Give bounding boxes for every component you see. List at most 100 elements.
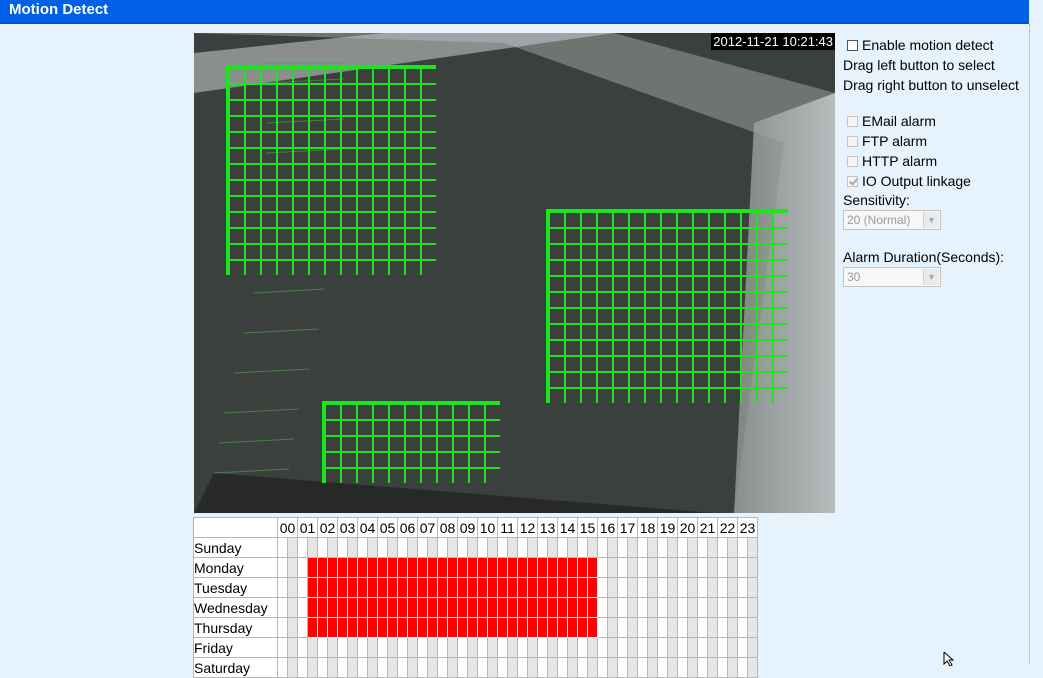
motion-zone-2[interactable] <box>546 209 788 403</box>
schedule-slot[interactable] <box>427 557 438 578</box>
schedule-slot[interactable] <box>397 657 408 678</box>
schedule-slot[interactable] <box>287 617 298 638</box>
schedule-slot[interactable] <box>527 597 538 618</box>
schedule-slot[interactable] <box>347 537 358 558</box>
schedule-slot[interactable] <box>627 577 638 598</box>
schedule-slot[interactable] <box>607 557 618 578</box>
schedule-slot[interactable] <box>327 637 338 658</box>
schedule-slot[interactable] <box>607 657 618 678</box>
schedule-slot[interactable] <box>537 537 548 558</box>
enable-motion-row[interactable]: Enable motion detect <box>847 35 1033 55</box>
schedule-slot[interactable] <box>617 577 628 598</box>
schedule-slot[interactable] <box>477 657 488 678</box>
schedule-slot[interactable] <box>597 537 608 558</box>
schedule-slot[interactable] <box>507 617 518 638</box>
schedule-slot[interactable] <box>307 657 318 678</box>
schedule-slot[interactable] <box>727 617 738 638</box>
schedule-slot[interactable] <box>447 617 458 638</box>
schedule-slot[interactable] <box>317 617 328 638</box>
schedule-slot[interactable] <box>477 637 488 658</box>
schedule-slot[interactable] <box>427 657 438 678</box>
schedule-slot[interactable] <box>327 557 338 578</box>
schedule-slot[interactable] <box>297 537 308 558</box>
schedule-slot[interactable] <box>697 637 708 658</box>
schedule-slot[interactable] <box>317 537 328 558</box>
schedule-slot[interactable] <box>587 597 598 618</box>
schedule-slot[interactable] <box>367 657 378 678</box>
schedule-slot[interactable] <box>457 657 468 678</box>
schedule-slot[interactable] <box>297 657 308 678</box>
schedule-slot[interactable] <box>277 597 288 618</box>
schedule-slot[interactable] <box>327 597 338 618</box>
schedule-slot[interactable] <box>687 597 698 618</box>
schedule-slot[interactable] <box>357 557 368 578</box>
schedule-slot[interactable] <box>337 557 348 578</box>
schedule-slot[interactable] <box>627 597 638 618</box>
schedule-slot[interactable] <box>347 657 358 678</box>
schedule-slot[interactable] <box>567 557 578 578</box>
schedule-slot[interactable] <box>297 557 308 578</box>
schedule-slot[interactable] <box>357 657 368 678</box>
schedule-slot[interactable] <box>427 617 438 638</box>
schedule-slot[interactable] <box>567 537 578 558</box>
schedule-slot[interactable] <box>527 637 538 658</box>
schedule-slot[interactable] <box>407 597 418 618</box>
schedule-slot[interactable] <box>377 637 388 658</box>
schedule-slot[interactable] <box>387 637 398 658</box>
schedule-slot[interactable] <box>607 617 618 638</box>
schedule-slot[interactable] <box>537 617 548 638</box>
schedule-slot[interactable] <box>537 637 548 658</box>
schedule-slot[interactable] <box>387 597 398 618</box>
schedule-slot[interactable] <box>477 557 488 578</box>
schedule-slot[interactable] <box>647 657 658 678</box>
schedule-slot[interactable] <box>417 577 428 598</box>
schedule-slot[interactable] <box>377 657 388 678</box>
schedule-slot[interactable] <box>657 617 668 638</box>
motion-zone-3[interactable] <box>322 401 500 483</box>
schedule-slot[interactable] <box>697 557 708 578</box>
schedule-slot[interactable] <box>707 577 718 598</box>
schedule-slot[interactable] <box>317 577 328 598</box>
schedule-slot[interactable] <box>427 537 438 558</box>
schedule-slot[interactable] <box>397 617 408 638</box>
schedule-slot[interactable] <box>497 597 508 618</box>
schedule-slot[interactable] <box>707 557 718 578</box>
schedule-slot[interactable] <box>707 617 718 638</box>
schedule-slot[interactable] <box>737 637 748 658</box>
schedule-slot[interactable] <box>447 597 458 618</box>
email-alarm-row[interactable]: EMail alarm <box>847 111 1033 131</box>
schedule-slot[interactable] <box>737 537 748 558</box>
schedule-slot[interactable] <box>547 557 558 578</box>
schedule-slot[interactable] <box>487 617 498 638</box>
schedule-slot[interactable] <box>297 577 308 598</box>
chevron-down-icon[interactable]: ▼ <box>923 212 939 228</box>
schedule-slot[interactable] <box>657 657 668 678</box>
schedule-slot[interactable] <box>747 657 758 678</box>
schedule-slot[interactable] <box>387 657 398 678</box>
schedule-slot[interactable] <box>497 557 508 578</box>
schedule-slot[interactable] <box>667 617 678 638</box>
schedule-slot[interactable] <box>577 657 588 678</box>
schedule-slot[interactable] <box>717 657 728 678</box>
schedule-slot[interactable] <box>677 557 688 578</box>
schedule-slot[interactable] <box>577 577 588 598</box>
schedule-slot[interactable] <box>557 577 568 598</box>
schedule-slot[interactable] <box>587 557 598 578</box>
schedule-slot[interactable] <box>467 557 478 578</box>
schedule-slot[interactable] <box>657 597 668 618</box>
schedule-slot[interactable] <box>507 597 518 618</box>
schedule-slot[interactable] <box>667 577 678 598</box>
schedule-slot[interactable] <box>607 537 618 558</box>
email-alarm-checkbox[interactable] <box>847 115 858 127</box>
schedule-slot[interactable] <box>697 597 708 618</box>
schedule-slot[interactable] <box>737 597 748 618</box>
schedule-slot[interactable] <box>627 637 638 658</box>
schedule-slot[interactable] <box>547 577 558 598</box>
schedule-slot[interactable] <box>567 637 578 658</box>
schedule-slot[interactable] <box>547 617 558 638</box>
camera-preview[interactable]: 2012-11-21 10:21:43 <box>194 33 835 513</box>
schedule-slot[interactable] <box>487 597 498 618</box>
schedule-slot[interactable] <box>327 657 338 678</box>
schedule-slot[interactable] <box>747 637 758 658</box>
schedule-slot[interactable] <box>627 557 638 578</box>
